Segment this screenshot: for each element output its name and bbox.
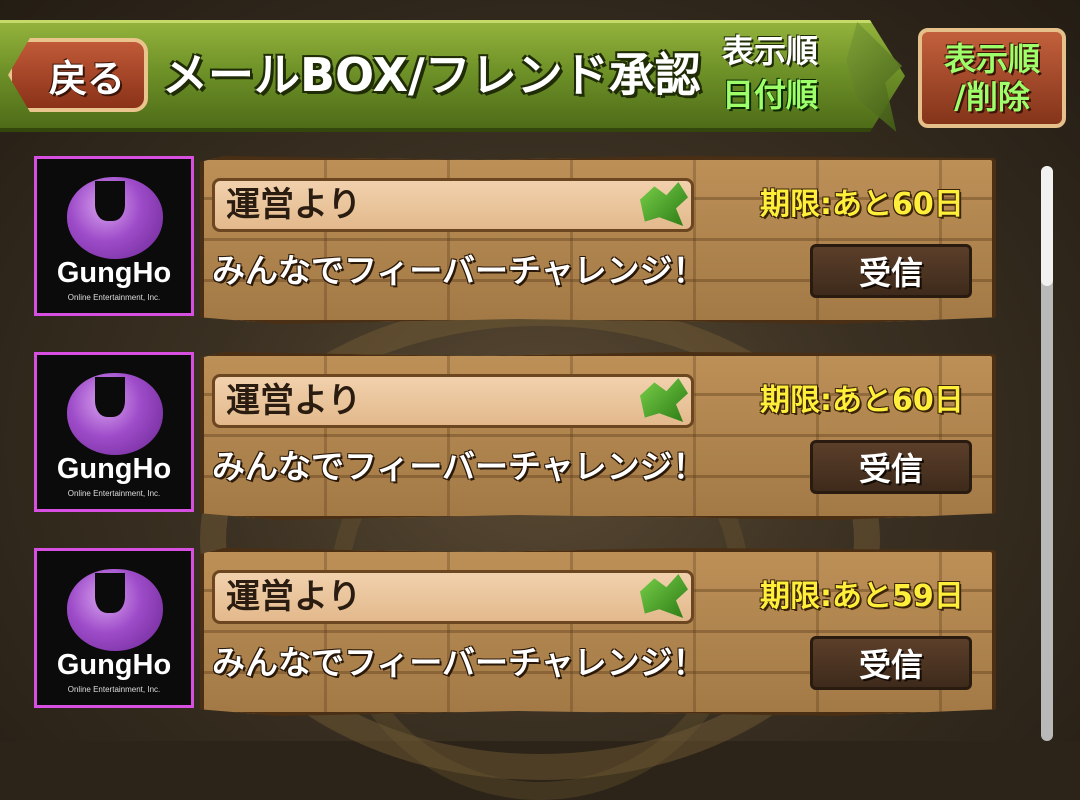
logo-text: GungHo bbox=[56, 257, 172, 289]
mail-item[interactable]: GungHo Online Entertainment, Inc. 運営より 期… bbox=[34, 548, 996, 716]
sort-order-value: 日付順 bbox=[722, 76, 819, 114]
deadline-text: 期限:あと59日 bbox=[760, 579, 964, 614]
mail-item[interactable]: GungHo Online Entertainment, Inc. 運営より 期… bbox=[34, 156, 996, 324]
receive-button[interactable]: 受信 bbox=[810, 440, 972, 494]
logo-subtext: Online Entertainment, Inc. bbox=[67, 293, 161, 302]
logo-subtext: Online Entertainment, Inc. bbox=[67, 685, 161, 694]
back-button-label: 戻る bbox=[48, 56, 125, 101]
back-button[interactable]: 戻る bbox=[8, 38, 148, 112]
logo-text: GungHo bbox=[56, 649, 172, 681]
sender-avatar: GungHo Online Entertainment, Inc. bbox=[34, 156, 194, 316]
mail-subject: みんなでフィーバーチャレンジ！ bbox=[212, 447, 706, 486]
sender-avatar: GungHo Online Entertainment, Inc. bbox=[34, 548, 194, 708]
mail-item[interactable]: GungHo Online Entertainment, Inc. 運営より 期… bbox=[34, 352, 996, 520]
receive-button[interactable]: 受信 bbox=[810, 636, 972, 690]
receive-button-label: 受信 bbox=[858, 646, 923, 684]
sort-delete-button[interactable]: 表示順 /削除 bbox=[918, 28, 1066, 128]
logo-text: GungHo bbox=[56, 453, 172, 485]
logo-subtext: Online Entertainment, Inc. bbox=[67, 489, 161, 498]
sender-name: 運営より bbox=[226, 577, 362, 617]
sender-name: 運営より bbox=[226, 185, 362, 225]
receive-button-label: 受信 bbox=[858, 450, 923, 488]
scrollbar-thumb[interactable] bbox=[1041, 166, 1053, 286]
receive-button[interactable]: 受信 bbox=[810, 244, 972, 298]
mail-subject: みんなでフィーバーチャレンジ！ bbox=[212, 643, 706, 682]
mail-subject: みんなでフィーバーチャレンジ！ bbox=[212, 251, 706, 290]
sort-delete-label-2: /削除 bbox=[954, 78, 1030, 116]
sort-order-label: 表示順 bbox=[722, 32, 819, 70]
receive-button-label: 受信 bbox=[858, 254, 923, 292]
deadline-text: 期限:あと60日 bbox=[760, 187, 964, 222]
deadline-text: 期限:あと60日 bbox=[760, 383, 964, 418]
sort-delete-label-1: 表示順 bbox=[943, 40, 1040, 78]
page-title: メールBOX/フレンド承認 bbox=[162, 48, 701, 102]
sender-avatar: GungHo Online Entertainment, Inc. bbox=[34, 352, 194, 512]
sender-name: 運営より bbox=[226, 381, 362, 421]
